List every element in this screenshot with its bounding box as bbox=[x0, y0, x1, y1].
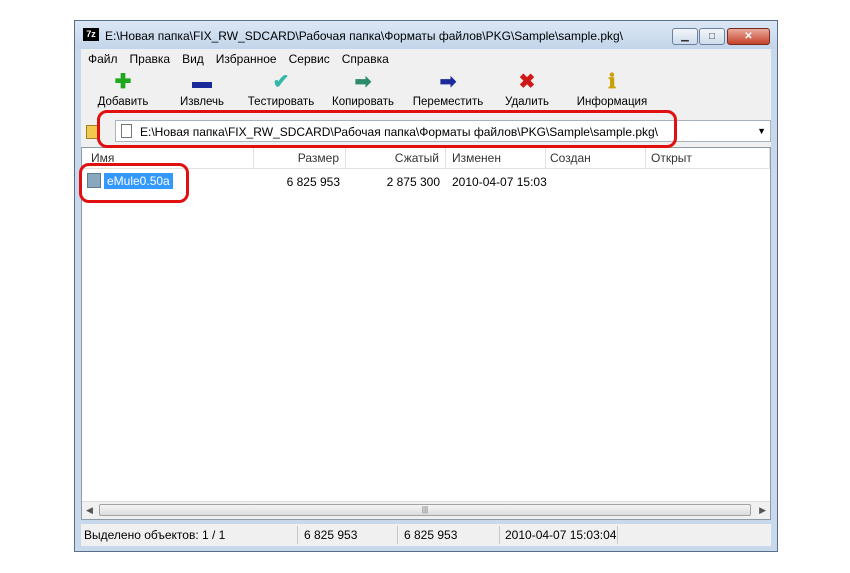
column-created[interactable]: Создан bbox=[546, 148, 646, 168]
file-name[interactable]: eMule0.50a bbox=[104, 173, 173, 189]
status-bar: Выделено объектов: 1 / 1 6 825 953 6 825… bbox=[81, 524, 771, 546]
status-date: 2010-04-07 15:03:04 bbox=[505, 528, 617, 542]
maximize-button[interactable]: □ bbox=[699, 28, 725, 45]
file-modified: 2010-04-07 15:03 bbox=[452, 175, 547, 189]
horizontal-scrollbar[interactable]: ◀ ||| ▶ bbox=[82, 501, 770, 519]
copy-icon: ➡ bbox=[354, 71, 372, 93]
column-accessed[interactable]: Открыт bbox=[646, 148, 770, 168]
extract-icon: ▬ bbox=[192, 71, 212, 93]
test-icon: ✔ bbox=[272, 71, 290, 93]
menu-bar: Файл Правка Вид Избранное Сервис Справка bbox=[81, 49, 771, 69]
address-path: E:\Новая папка\FIX_RW_SDCARD\Рабочая пап… bbox=[140, 125, 659, 139]
add-button[interactable]: ✚ Добавить bbox=[81, 69, 165, 114]
menu-file[interactable]: Файл bbox=[81, 49, 123, 66]
info-icon: ℹ bbox=[608, 71, 616, 93]
copy-button[interactable]: ➡ Копировать bbox=[321, 69, 405, 114]
info-label: Информация bbox=[576, 96, 648, 108]
column-modified[interactable]: Изменен bbox=[446, 148, 546, 168]
column-packed[interactable]: Сжатый bbox=[346, 148, 446, 168]
status-divider bbox=[617, 526, 618, 544]
window-title: E:\Новая папка\FIX_RW_SDCARD\Рабочая пап… bbox=[105, 29, 624, 43]
file-size: 6 825 953 bbox=[286, 175, 340, 189]
status-size: 6 825 953 bbox=[304, 528, 358, 542]
address-bar: E:\Новая папка\FIX_RW_SDCARD\Рабочая пап… bbox=[81, 114, 771, 147]
extract-button[interactable]: ▬ Извлечь bbox=[160, 69, 244, 114]
folder-up-icon[interactable] bbox=[86, 125, 100, 139]
list-header: Имя Размер Сжатый Изменен Создан Открыт bbox=[82, 148, 770, 169]
address-input[interactable]: E:\Новая папка\FIX_RW_SDCARD\Рабочая пап… bbox=[115, 120, 771, 142]
status-selected: Выделено объектов: 1 / 1 bbox=[84, 528, 226, 542]
archive-window: 7z E:\Новая папка\FIX_RW_SDCARD\Рабочая … bbox=[74, 20, 778, 552]
table-row[interactable]: eMule0.50a 6 825 953 2 875 300 2010-04-0… bbox=[82, 172, 770, 192]
column-name[interactable]: Имя bbox=[82, 148, 254, 168]
menu-favorites[interactable]: Избранное bbox=[209, 49, 282, 66]
file-packed: 2 875 300 bbox=[386, 175, 440, 189]
status-divider bbox=[499, 526, 500, 544]
7zip-app-icon: 7z bbox=[83, 28, 99, 41]
column-size[interactable]: Размер bbox=[254, 148, 346, 168]
add-icon: ✚ bbox=[114, 71, 132, 93]
info-button[interactable]: ℹ Информация bbox=[570, 69, 654, 114]
dropdown-arrow-icon[interactable]: ▼ bbox=[757, 126, 766, 136]
status-divider bbox=[297, 526, 298, 544]
file-list: Имя Размер Сжатый Изменен Создан Открыт … bbox=[81, 147, 771, 520]
status-divider bbox=[397, 526, 398, 544]
menu-edit[interactable]: Правка bbox=[123, 49, 176, 66]
document-icon bbox=[121, 124, 132, 138]
scrollbar-thumb[interactable]: ||| bbox=[99, 504, 751, 516]
move-label: Переместить bbox=[412, 96, 484, 108]
folder-icon bbox=[87, 173, 101, 188]
extract-label: Извлечь bbox=[179, 96, 225, 108]
move-icon: ➡ bbox=[439, 71, 457, 93]
delete-icon: ✖ bbox=[518, 71, 536, 93]
menu-view[interactable]: Вид bbox=[175, 49, 209, 66]
move-button[interactable]: ➡ Переместить bbox=[406, 69, 490, 114]
test-button[interactable]: ✔ Тестировать bbox=[239, 69, 323, 114]
scroll-right-icon[interactable]: ▶ bbox=[759, 505, 766, 516]
minimize-button[interactable]: ▁ bbox=[672, 28, 698, 45]
status-size-total: 6 825 953 bbox=[404, 528, 458, 542]
add-label: Добавить bbox=[97, 96, 149, 108]
scroll-left-icon[interactable]: ◀ bbox=[86, 505, 93, 516]
copy-label: Копировать bbox=[332, 96, 394, 108]
menu-help[interactable]: Справка bbox=[335, 49, 394, 66]
toolbar: ✚ Добавить ▬ Извлечь ✔ Тестировать ➡ Коп… bbox=[81, 69, 771, 114]
delete-button[interactable]: ✖ Удалить bbox=[485, 69, 569, 114]
close-button[interactable]: ✕ bbox=[727, 28, 770, 45]
title-bar[interactable]: 7z E:\Новая папка\FIX_RW_SDCARD\Рабочая … bbox=[75, 21, 777, 49]
delete-label: Удалить bbox=[505, 96, 549, 108]
test-label: Тестировать bbox=[247, 96, 315, 108]
menu-tools[interactable]: Сервис bbox=[282, 49, 335, 66]
